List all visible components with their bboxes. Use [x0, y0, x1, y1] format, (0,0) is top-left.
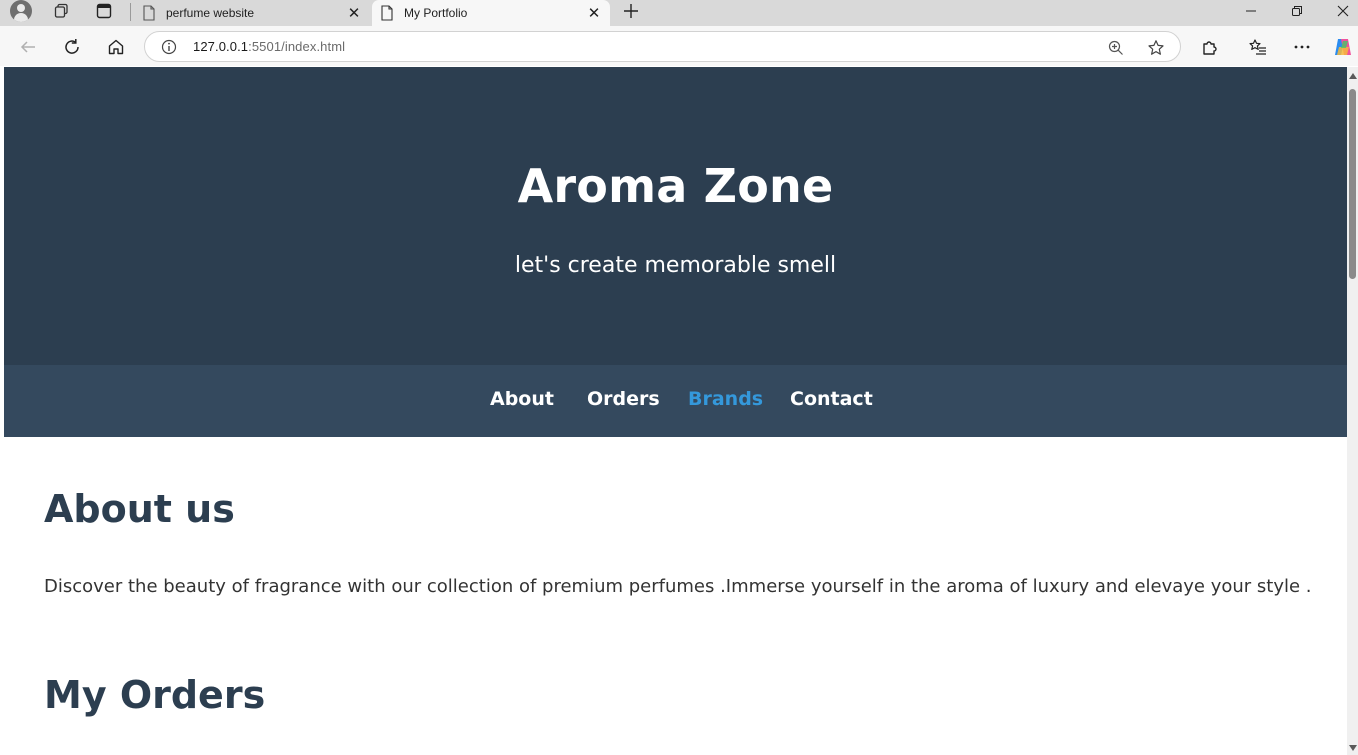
minimize-icon	[1246, 10, 1256, 12]
copilot-icon	[1335, 39, 1351, 55]
page-scrollbar[interactable]	[1347, 67, 1358, 755]
puzzle-icon	[1203, 41, 1217, 55]
nav-link-orders[interactable]: Orders	[587, 388, 660, 410]
refresh-button[interactable]	[57, 32, 87, 62]
nav-link-brands[interactable]: Brands	[688, 388, 763, 410]
back-arrow-icon	[20, 41, 35, 53]
scroll-up-arrow-icon[interactable]	[1349, 73, 1357, 79]
home-button[interactable]	[101, 32, 131, 62]
restore-button[interactable]	[1274, 0, 1320, 22]
url-path: :5501/index.html	[248, 39, 346, 54]
workspaces-button[interactable]	[49, 0, 75, 22]
new-tab-button[interactable]	[619, 0, 643, 22]
site-tagline: let's create memorable smell	[514, 253, 837, 278]
scroll-thumb[interactable]	[1349, 89, 1356, 279]
about-heading: About us	[44, 487, 235, 531]
close-icon	[1337, 5, 1349, 17]
zoom-button[interactable]	[1106, 38, 1126, 58]
nav-link-contact[interactable]: Contact	[790, 388, 873, 410]
star-icon	[1148, 40, 1164, 55]
copilot-button[interactable]	[1328, 32, 1358, 62]
orders-heading: My Orders	[44, 673, 266, 717]
tab-perfume-website[interactable]: perfume website ✕	[134, 0, 370, 26]
close-icon[interactable]: ✕	[584, 3, 604, 23]
minimize-button[interactable]	[1228, 0, 1274, 22]
url-text[interactable]: 127.0.0.1:5501/index.html	[193, 39, 345, 54]
extensions-button[interactable]	[1195, 32, 1225, 62]
home-icon	[108, 39, 124, 55]
tab-title: perfume website	[166, 6, 255, 20]
profile-avatar-icon	[10, 0, 32, 22]
scroll-down-arrow-icon[interactable]	[1349, 745, 1357, 751]
vertical-tabs-button[interactable]	[91, 0, 117, 22]
address-bar[interactable]: 127.0.0.1:5501/index.html	[144, 31, 1181, 62]
hero-header: Aroma Zone let's create memorable smell	[4, 67, 1347, 365]
more-icon	[1294, 45, 1310, 49]
favorite-button[interactable]	[1146, 38, 1166, 58]
vertical-tabs-icon	[96, 3, 112, 19]
workspaces-icon	[54, 3, 68, 18]
plus-icon	[624, 4, 638, 18]
tab-separator	[130, 3, 131, 21]
nav-link-about[interactable]: About	[490, 388, 554, 410]
main-nav: About Orders Brands Contact	[4, 365, 1347, 437]
page-icon	[381, 5, 393, 21]
info-icon[interactable]	[161, 39, 177, 55]
close-icon[interactable]: ✕	[344, 3, 364, 23]
back-button[interactable]	[13, 32, 43, 62]
tab-my-portfolio[interactable]: My Portfolio ✕	[372, 0, 610, 26]
restore-icon	[1292, 6, 1302, 16]
site-title: Aroma Zone	[517, 159, 834, 213]
browser-tab-strip: perfume website ✕ My Portfolio ✕	[0, 0, 1358, 26]
page-viewport: Aroma Zone let's create memorable smell …	[4, 67, 1347, 755]
more-button[interactable]	[1287, 32, 1317, 62]
profile-button[interactable]	[8, 0, 34, 22]
zoom-icon	[1108, 40, 1123, 55]
tab-title: My Portfolio	[404, 6, 468, 20]
about-text: Discover the beauty of fragrance with ou…	[44, 576, 1312, 597]
favorites-button[interactable]	[1243, 32, 1273, 62]
window-close-button[interactable]	[1320, 0, 1358, 22]
url-host: 127.0.0.1	[193, 39, 249, 54]
refresh-icon	[65, 39, 79, 54]
page-icon	[143, 5, 155, 21]
favorites-icon	[1249, 39, 1266, 55]
browser-toolbar: 127.0.0.1:5501/index.html	[0, 26, 1358, 66]
